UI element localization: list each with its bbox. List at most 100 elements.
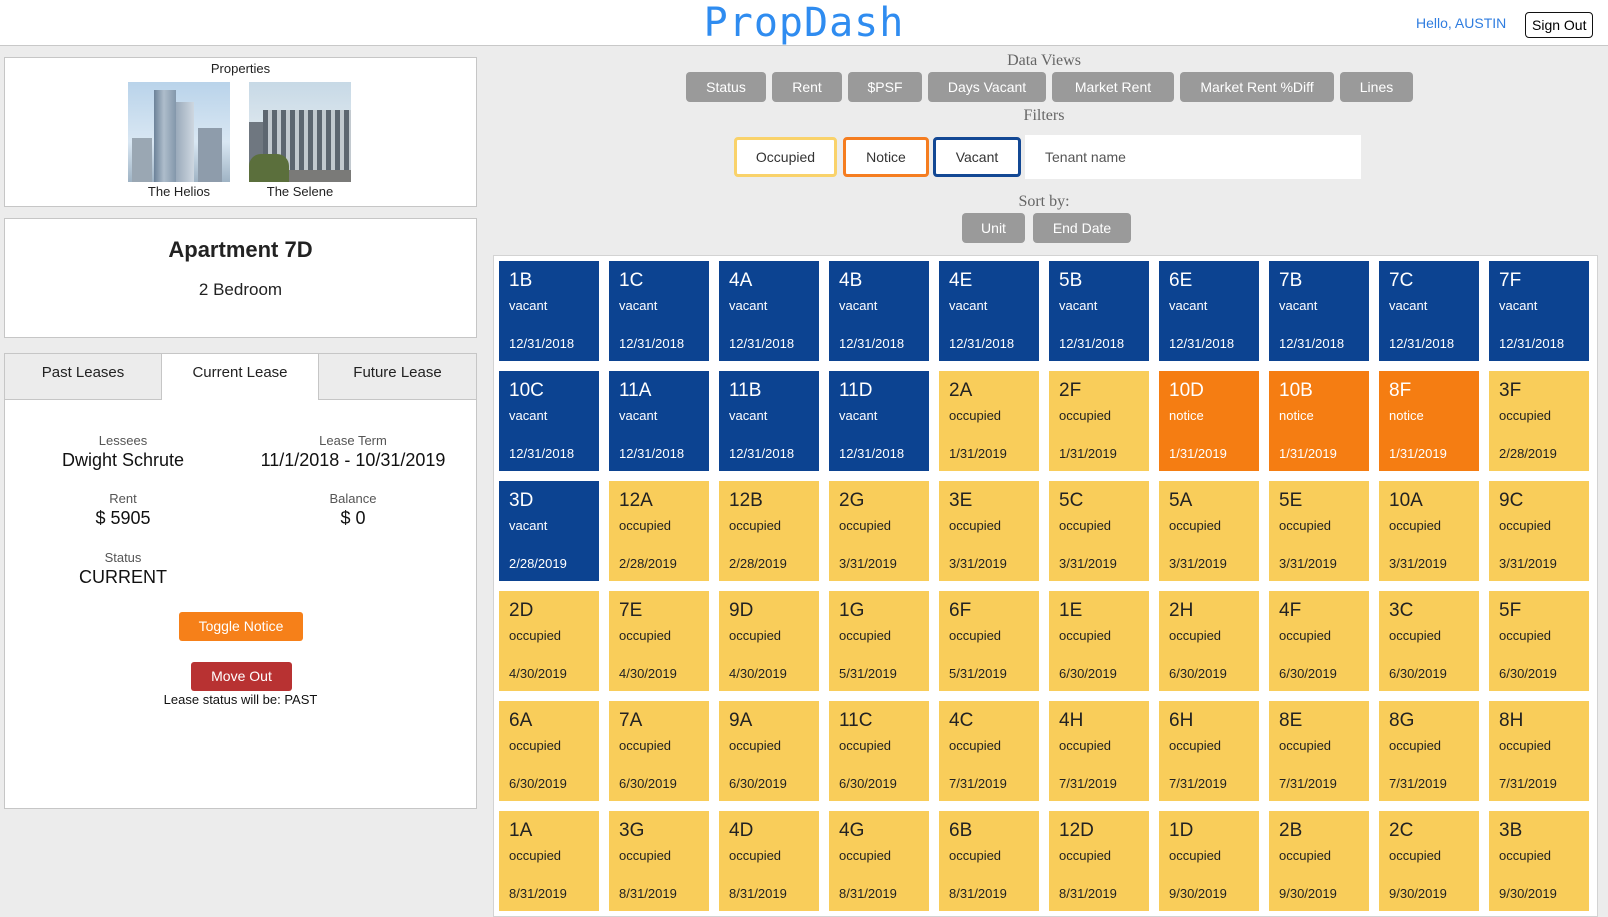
unit-lease-end-date: 12/31/2018 — [1169, 336, 1235, 351]
unit-tile-2f[interactable]: 2F occupied 1/31/2019 — [1049, 371, 1149, 471]
unit-tile-6a[interactable]: 6A occupied 6/30/2019 — [499, 701, 599, 801]
filter-vacant-button[interactable]: Vacant — [933, 137, 1021, 177]
unit-tile-12a[interactable]: 12A occupied 2/28/2019 — [609, 481, 709, 581]
unit-tile-11b[interactable]: 11B vacant 12/31/2018 — [719, 371, 819, 471]
tenant-name-input[interactable] — [1025, 135, 1361, 179]
view-market-rent-diff-button[interactable]: Market Rent %Diff — [1180, 72, 1334, 102]
unit-tile-10c[interactable]: 10C vacant 12/31/2018 — [499, 371, 599, 471]
unit-tile-1d[interactable]: 1D occupied 9/30/2019 — [1159, 811, 1259, 911]
view-status-button[interactable]: Status — [686, 72, 766, 102]
unit-tile-5c[interactable]: 5C occupied 3/31/2019 — [1049, 481, 1149, 581]
toggle-notice-button[interactable]: Toggle Notice — [179, 612, 303, 641]
unit-tile-7e[interactable]: 7E occupied 4/30/2019 — [609, 591, 709, 691]
unit-tile-2g[interactable]: 2G occupied 3/31/2019 — [829, 481, 929, 581]
unit-tile-4b[interactable]: 4B vacant 12/31/2018 — [829, 261, 929, 361]
property-name[interactable]: The Helios — [128, 184, 230, 199]
unit-tile-3c[interactable]: 3C occupied 6/30/2019 — [1379, 591, 1479, 691]
filter-occupied-button[interactable]: Occupied — [734, 137, 837, 177]
unit-tile-3d[interactable]: 3D vacant 2/28/2019 — [499, 481, 599, 581]
sign-out-button[interactable]: Sign Out — [1525, 12, 1594, 38]
tab-future-lease[interactable]: Future Lease — [319, 354, 476, 400]
unit-lease-end-date: 12/31/2018 — [839, 446, 905, 461]
unit-tile-5f[interactable]: 5F occupied 6/30/2019 — [1489, 591, 1589, 691]
unit-tile-2b[interactable]: 2B occupied 9/30/2019 — [1269, 811, 1369, 911]
unit-tile-4e[interactable]: 4E vacant 12/31/2018 — [939, 261, 1039, 361]
unit-tile-10b[interactable]: 10B notice 1/31/2019 — [1269, 371, 1369, 471]
unit-status: vacant — [509, 518, 548, 533]
property-name[interactable]: The Selene — [249, 184, 351, 199]
view-psf-button[interactable]: $PSF — [848, 72, 922, 102]
unit-tile-3g[interactable]: 3G occupied 8/31/2019 — [609, 811, 709, 911]
unit-tile-4d[interactable]: 4D occupied 8/31/2019 — [719, 811, 819, 911]
property-card-helios[interactable]: The Helios — [128, 82, 230, 199]
unit-tile-1g[interactable]: 1G occupied 5/31/2019 — [829, 591, 929, 691]
tab-current-lease[interactable]: Current Lease — [162, 354, 319, 400]
unit-tile-4c[interactable]: 4C occupied 7/31/2019 — [939, 701, 1039, 801]
unit-tile-1e[interactable]: 1E occupied 6/30/2019 — [1049, 591, 1149, 691]
unit-status: occupied — [1389, 738, 1442, 753]
unit-status: occupied — [1279, 518, 1332, 533]
view-market-rent-button[interactable]: Market Rent — [1052, 72, 1174, 102]
unit-tile-9d[interactable]: 9D occupied 4/30/2019 — [719, 591, 819, 691]
unit-tile-2h[interactable]: 2H occupied 6/30/2019 — [1159, 591, 1259, 691]
unit-tile-6f[interactable]: 6F occupied 5/31/2019 — [939, 591, 1039, 691]
view-lines-button[interactable]: Lines — [1340, 72, 1413, 102]
unit-tile-12d[interactable]: 12D occupied 8/31/2019 — [1049, 811, 1149, 911]
unit-tile-1c[interactable]: 1C vacant 12/31/2018 — [609, 261, 709, 361]
unit-tile-8e[interactable]: 8E occupied 7/31/2019 — [1269, 701, 1369, 801]
view-rent-button[interactable]: Rent — [772, 72, 842, 102]
sort-unit-button[interactable]: Unit — [962, 213, 1025, 243]
unit-lease-end-date: 2/28/2019 — [509, 556, 567, 571]
unit-tile-4f[interactable]: 4F occupied 6/30/2019 — [1269, 591, 1369, 691]
unit-tile-6h[interactable]: 6H occupied 7/31/2019 — [1159, 701, 1259, 801]
unit-tile-4g[interactable]: 4G occupied 8/31/2019 — [829, 811, 929, 911]
unit-tile-3b[interactable]: 3B occupied 9/30/2019 — [1489, 811, 1589, 911]
unit-tile-6b[interactable]: 6B occupied 8/31/2019 — [939, 811, 1039, 911]
unit-tile-1b[interactable]: 1B vacant 12/31/2018 — [499, 261, 599, 361]
unit-tile-5a[interactable]: 5A occupied 3/31/2019 — [1159, 481, 1259, 581]
unit-tile-11c[interactable]: 11C occupied 6/30/2019 — [829, 701, 929, 801]
view-days-vacant-button[interactable]: Days Vacant — [928, 72, 1046, 102]
unit-tile-4h[interactable]: 4H occupied 7/31/2019 — [1049, 701, 1149, 801]
sort-end-date-button[interactable]: End Date — [1033, 213, 1131, 243]
unit-tile-9c[interactable]: 9C occupied 3/31/2019 — [1489, 481, 1589, 581]
filter-notice-button[interactable]: Notice — [843, 137, 929, 177]
unit-tile-10a[interactable]: 10A occupied 3/31/2019 — [1379, 481, 1479, 581]
status-label: Status — [104, 550, 142, 565]
unit-tile-7f[interactable]: 7F vacant 12/31/2018 — [1489, 261, 1589, 361]
unit-tile-3f[interactable]: 3F occupied 2/28/2019 — [1489, 371, 1589, 471]
unit-tile-3e[interactable]: 3E occupied 3/31/2019 — [939, 481, 1039, 581]
unit-tile-2d[interactable]: 2D occupied 4/30/2019 — [499, 591, 599, 691]
unit-tile-10d[interactable]: 10D notice 1/31/2019 — [1159, 371, 1259, 471]
unit-tile-8h[interactable]: 8H occupied 7/31/2019 — [1489, 701, 1589, 801]
unit-tile-9a[interactable]: 9A occupied 6/30/2019 — [719, 701, 819, 801]
unit-tile-5e[interactable]: 5E occupied 3/31/2019 — [1269, 481, 1369, 581]
unit-tile-11d[interactable]: 11D vacant 12/31/2018 — [829, 371, 929, 471]
lease-panel: Past Leases Current Lease Future Lease L… — [4, 353, 477, 809]
tab-past-leases[interactable]: Past Leases — [5, 354, 162, 400]
unit-tile-5b[interactable]: 5B vacant 12/31/2018 — [1049, 261, 1149, 361]
unit-tile-7c[interactable]: 7C vacant 12/31/2018 — [1379, 261, 1479, 361]
unit-number: 7C — [1389, 270, 1414, 291]
unit-tile-1a[interactable]: 1A occupied 8/31/2019 — [499, 811, 599, 911]
unit-tile-11a[interactable]: 11A vacant 12/31/2018 — [609, 371, 709, 471]
unit-tile-7b[interactable]: 7B vacant 12/31/2018 — [1269, 261, 1369, 361]
unit-tile-7a[interactable]: 7A occupied 6/30/2019 — [609, 701, 709, 801]
property-photo[interactable] — [128, 82, 230, 182]
unit-tile-2a[interactable]: 2A occupied 1/31/2019 — [939, 371, 1039, 471]
app-logo[interactable]: PropDash — [0, 0, 1608, 46]
unit-tile-8g[interactable]: 8G occupied 7/31/2019 — [1379, 701, 1479, 801]
unit-tile-12b[interactable]: 12B occupied 2/28/2019 — [719, 481, 819, 581]
move-out-button[interactable]: Move Out — [191, 662, 292, 691]
unit-tile-4a[interactable]: 4A vacant 12/31/2018 — [719, 261, 819, 361]
data-views-label: Data Views — [1007, 52, 1081, 69]
unit-tile-6e[interactable]: 6E vacant 12/31/2018 — [1159, 261, 1259, 361]
property-photo[interactable] — [249, 82, 351, 182]
unit-status: vacant — [509, 298, 548, 313]
unit-number: 7E — [619, 600, 643, 621]
property-card-selene[interactable]: The Selene — [249, 82, 351, 199]
unit-tile-2c[interactable]: 2C occupied 9/30/2019 — [1379, 811, 1479, 911]
unit-number: 8E — [1279, 710, 1303, 731]
unit-lease-end-date: 8/31/2019 — [729, 886, 787, 901]
unit-tile-8f[interactable]: 8F notice 1/31/2019 — [1379, 371, 1479, 471]
